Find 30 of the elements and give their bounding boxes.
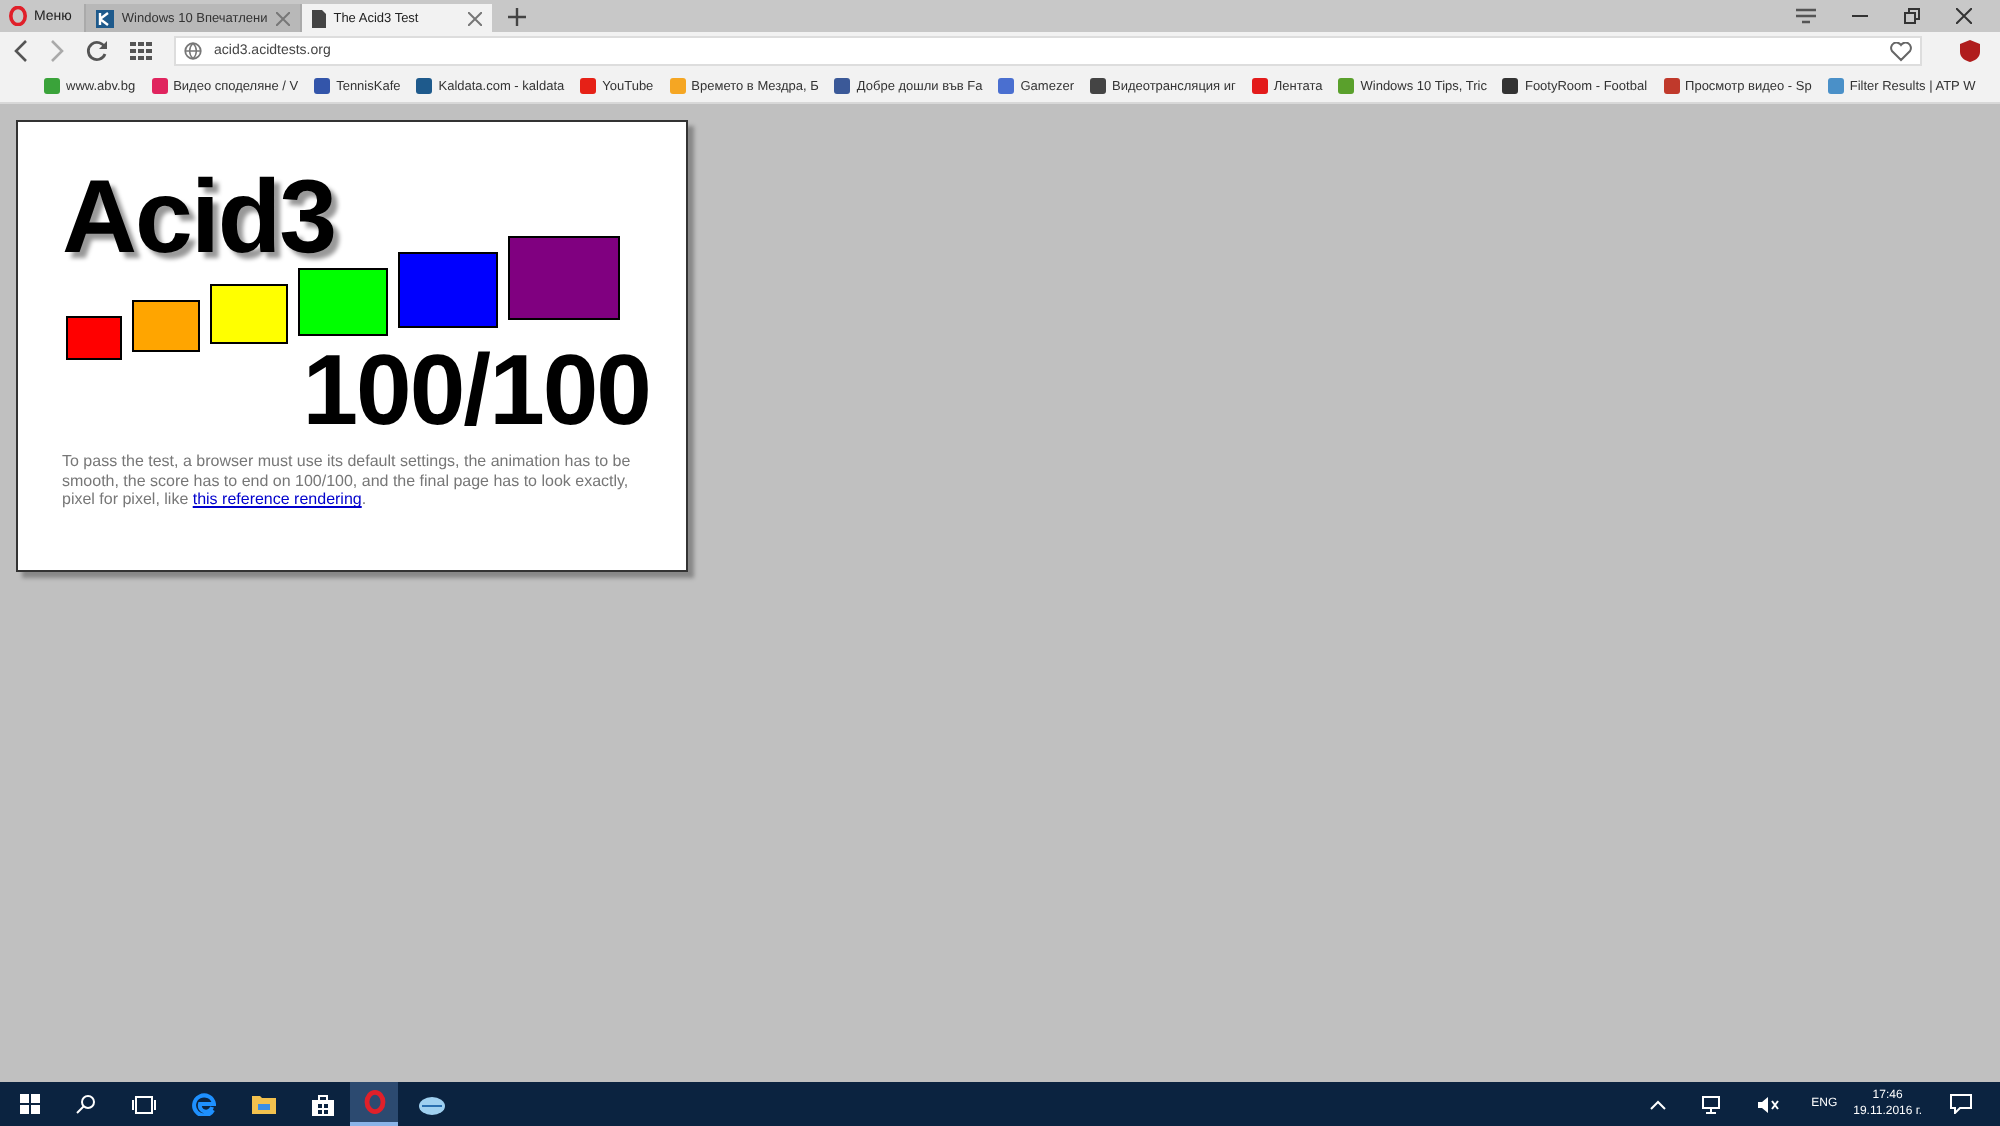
taskbar-app[interactable] xyxy=(350,1082,398,1126)
score: 100/100 xyxy=(300,340,650,440)
close-icon[interactable] xyxy=(467,11,482,25)
search-icon[interactable] xyxy=(76,1094,96,1114)
site-icon xyxy=(95,9,114,27)
description-text: To pass the test, a browser must use its default settings, the animation has to be smooth, the score has to end on 100/100, and the final page has to look exactly, pixel for pixel, like this reference rendering. xyxy=(62,452,633,510)
store-icon[interactable] xyxy=(312,1093,334,1115)
start-icon[interactable] xyxy=(20,1094,40,1114)
speaker-icon[interactable] xyxy=(1757,1095,1780,1113)
page-icon xyxy=(311,9,326,27)
ring-icon xyxy=(8,6,28,26)
folder-icon[interactable] xyxy=(252,1094,276,1114)
globe-icon xyxy=(184,42,202,60)
network-icon[interactable] xyxy=(1701,1095,1722,1113)
page-title: Acid3 xyxy=(62,166,336,270)
ring-icon xyxy=(363,1090,385,1114)
restore-icon[interactable] xyxy=(1904,8,1920,24)
tab-menu-icon[interactable] xyxy=(1796,8,1816,24)
close-icon[interactable] xyxy=(1956,8,1972,24)
reference-link[interactable]: this reference rendering xyxy=(192,490,362,509)
task-view-icon[interactable] xyxy=(132,1095,156,1113)
notification-icon[interactable] xyxy=(1950,1094,1972,1114)
reload-icon[interactable] xyxy=(86,40,108,62)
shield-icon[interactable] xyxy=(1960,40,1980,62)
heart-icon[interactable] xyxy=(1890,41,1912,61)
chevron-up-icon[interactable] xyxy=(1649,1099,1666,1109)
grid-icon[interactable] xyxy=(130,42,152,60)
back-icon[interactable] xyxy=(14,40,28,62)
edge-icon[interactable] xyxy=(192,1092,216,1116)
new-tab-icon[interactable] xyxy=(507,7,526,25)
